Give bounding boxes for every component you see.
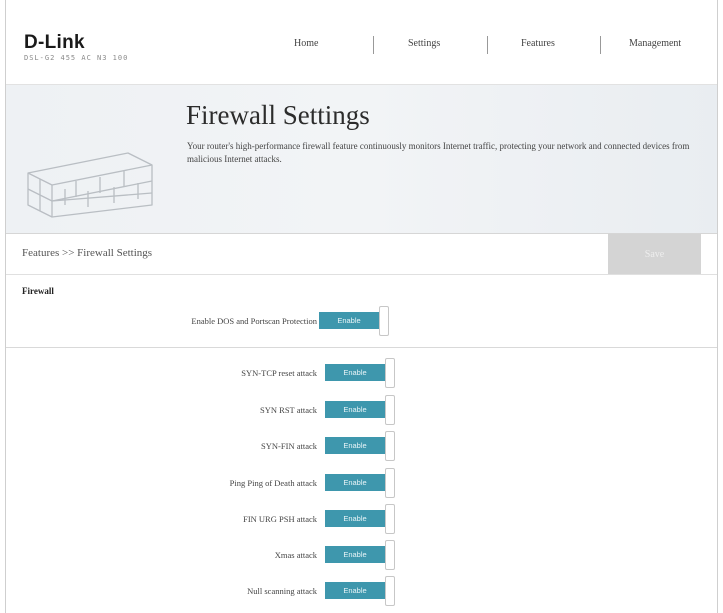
nav-features[interactable]: Features xyxy=(521,38,555,49)
toggle-state: Enable xyxy=(325,364,385,381)
dos-protection-label: Enable DOS and Portscan Protection xyxy=(191,316,317,326)
fin-urg-psh-toggle[interactable]: Enable xyxy=(325,504,405,534)
firewall-brick-icon xyxy=(27,152,153,218)
syn-tcp-reset-label: SYN-TCP reset attack xyxy=(241,368,317,378)
toggle-knob xyxy=(385,504,395,534)
toggle-state: Enable xyxy=(325,582,385,599)
page-description: Your router's high-performance firewall … xyxy=(187,141,690,164)
syn-fin-label: SYN-FIN attack xyxy=(261,441,317,451)
syn-rst-label: SYN RST attack xyxy=(260,405,317,415)
main-nav: Home Settings Features Management xyxy=(6,36,717,58)
toggle-state: Enable xyxy=(325,437,385,454)
syn-fin-toggle[interactable]: Enable xyxy=(325,431,405,461)
toggle-knob xyxy=(385,540,395,570)
null-scanning-toggle[interactable]: Enable xyxy=(325,576,405,606)
breadcrumb[interactable]: Features >> Firewall Settings xyxy=(22,247,152,259)
save-button[interactable]: Save xyxy=(608,234,701,274)
toggle-state: Enable xyxy=(325,510,385,527)
toggle-state: Enable xyxy=(325,474,385,491)
toggle-knob xyxy=(385,395,395,425)
page-banner: Firewall Settings Your router's high-per… xyxy=(6,85,717,234)
nav-settings[interactable]: Settings xyxy=(408,38,440,49)
toggle-knob xyxy=(385,468,395,498)
toggle-knob xyxy=(385,358,395,388)
syn-tcp-reset-toggle[interactable]: Enable xyxy=(325,358,405,388)
toggle-knob xyxy=(379,306,389,336)
xmas-attack-label: Xmas attack xyxy=(274,550,317,560)
toggle-state: Enable xyxy=(325,546,385,563)
nav-management[interactable]: Management xyxy=(629,38,681,49)
section-title-firewall: Firewall xyxy=(22,286,54,296)
nav-separator xyxy=(373,36,374,54)
nav-separator xyxy=(487,36,488,54)
null-scanning-label: Null scanning attack xyxy=(247,586,317,596)
fin-urg-psh-label: FIN URG PSH attack xyxy=(243,514,317,524)
top-navigation-bar: D-Link DSL-G2 455 AC N3 100 Home Setting… xyxy=(6,0,717,85)
syn-rst-toggle[interactable]: Enable xyxy=(325,395,405,425)
ping-of-death-label: Ping Ping of Death attack xyxy=(229,478,317,488)
xmas-attack-toggle[interactable]: Enable xyxy=(325,540,405,570)
toggle-knob xyxy=(385,431,395,461)
ping-of-death-toggle[interactable]: Enable xyxy=(325,468,405,498)
toggle-knob xyxy=(385,576,395,606)
nav-home[interactable]: Home xyxy=(294,38,318,49)
breadcrumb-bar: Features >> Firewall Settings Save xyxy=(6,234,717,275)
page-title: Firewall Settings xyxy=(186,100,370,130)
page-frame: D-Link DSL-G2 455 AC N3 100 Home Setting… xyxy=(5,0,718,613)
section-divider xyxy=(6,347,717,348)
toggle-state: Enable xyxy=(319,312,379,329)
nav-separator xyxy=(600,36,601,54)
toggle-state: Enable xyxy=(325,401,385,418)
dos-protection-toggle[interactable]: Enable xyxy=(319,306,399,336)
